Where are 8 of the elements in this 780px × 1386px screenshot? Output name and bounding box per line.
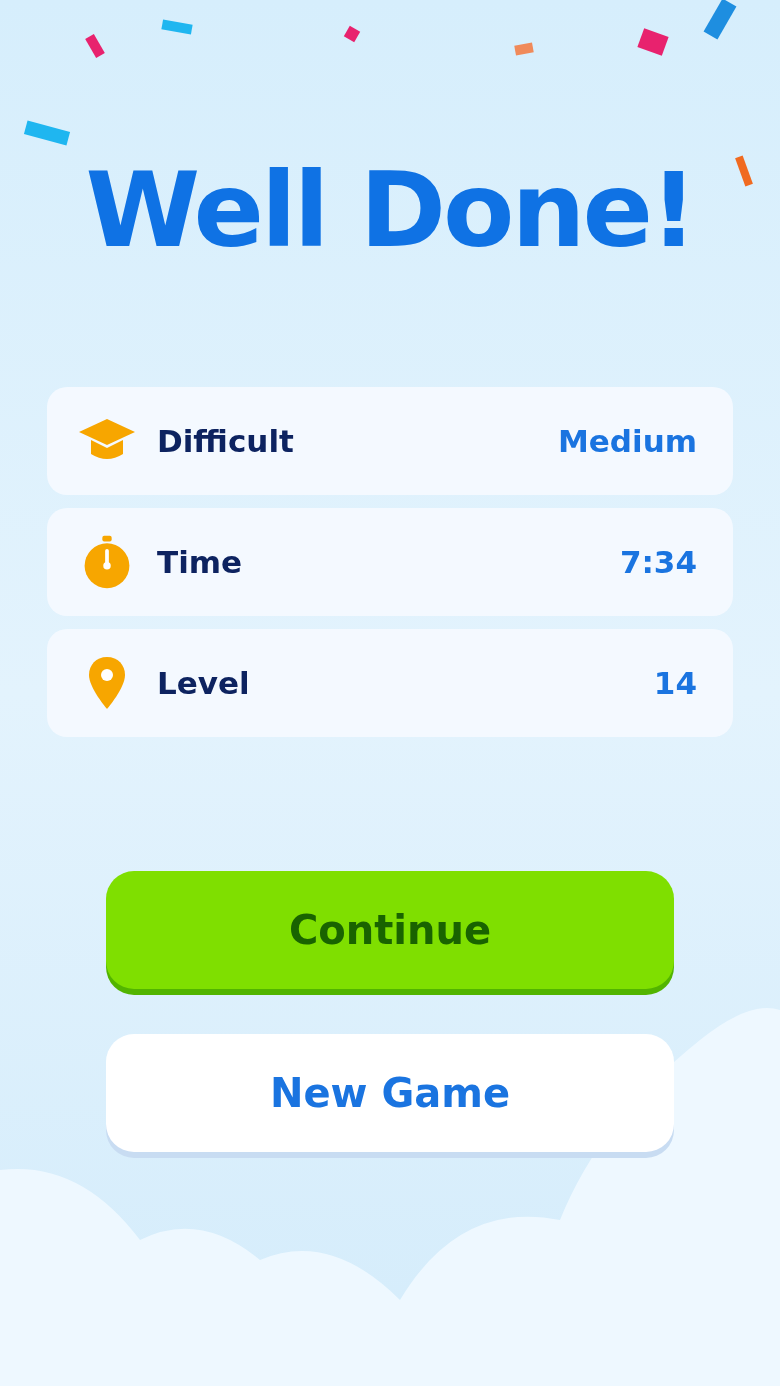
stat-label: Level (157, 665, 250, 701)
stat-value: 7:34 (619, 544, 697, 580)
stat-label: Time (157, 544, 243, 580)
stat-label: Difficult (157, 423, 294, 459)
location-pin-icon (87, 655, 127, 711)
stat-value: 14 (653, 665, 697, 701)
stat-value: Medium (557, 423, 697, 459)
page-title: Well Done! (85, 148, 695, 273)
